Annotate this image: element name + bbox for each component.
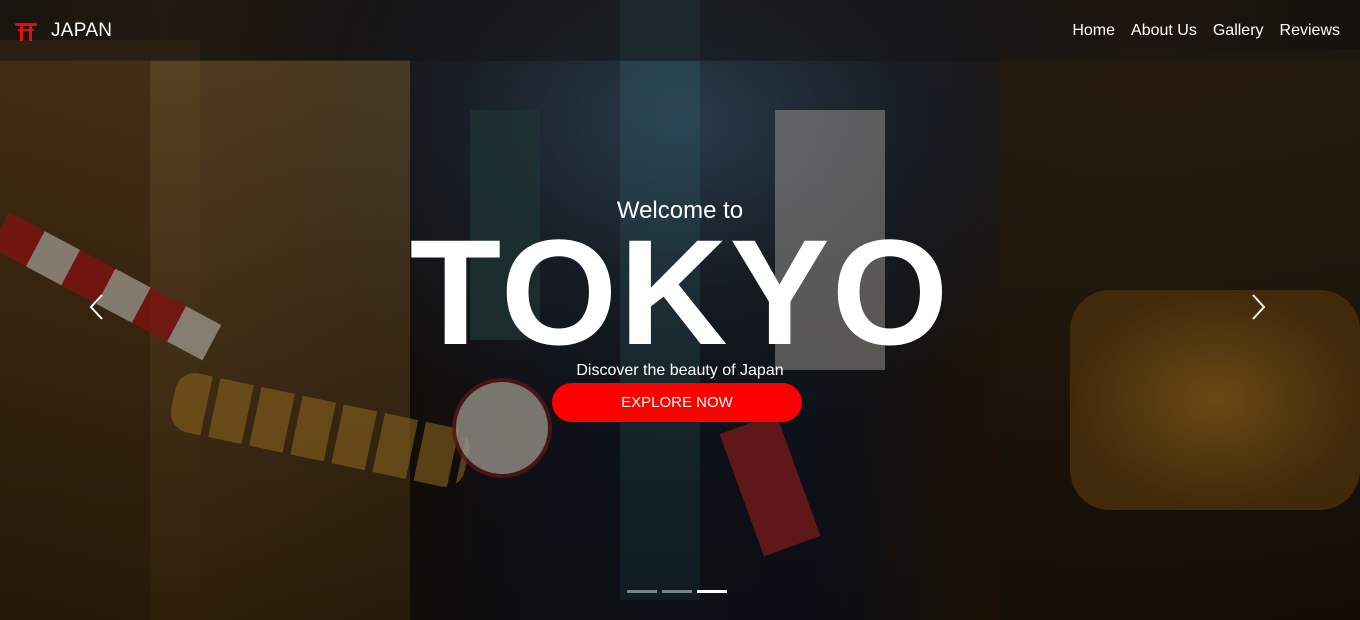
carousel-indicator-2[interactable]	[662, 590, 692, 593]
hero-content: Welcome to TOKYO Discover the beauty of …	[0, 0, 1360, 620]
chevron-right-icon	[1252, 294, 1266, 320]
hero-title: TOKYO	[409, 208, 951, 376]
carousel-indicator-3[interactable]	[697, 590, 727, 593]
carousel-prev-button[interactable]	[82, 292, 112, 322]
explore-now-button[interactable]: EXPLORE NOW	[552, 383, 802, 422]
hero-tagline: Discover the beauty of Japan	[576, 362, 784, 379]
chevron-left-icon	[89, 294, 103, 320]
carousel-indicator-1[interactable]	[627, 590, 657, 593]
carousel-indicators	[627, 590, 732, 593]
hero-carousel: JAPAN Home About Us Gallery Reviews Welc…	[0, 0, 1360, 620]
carousel-next-button[interactable]	[1243, 292, 1273, 322]
